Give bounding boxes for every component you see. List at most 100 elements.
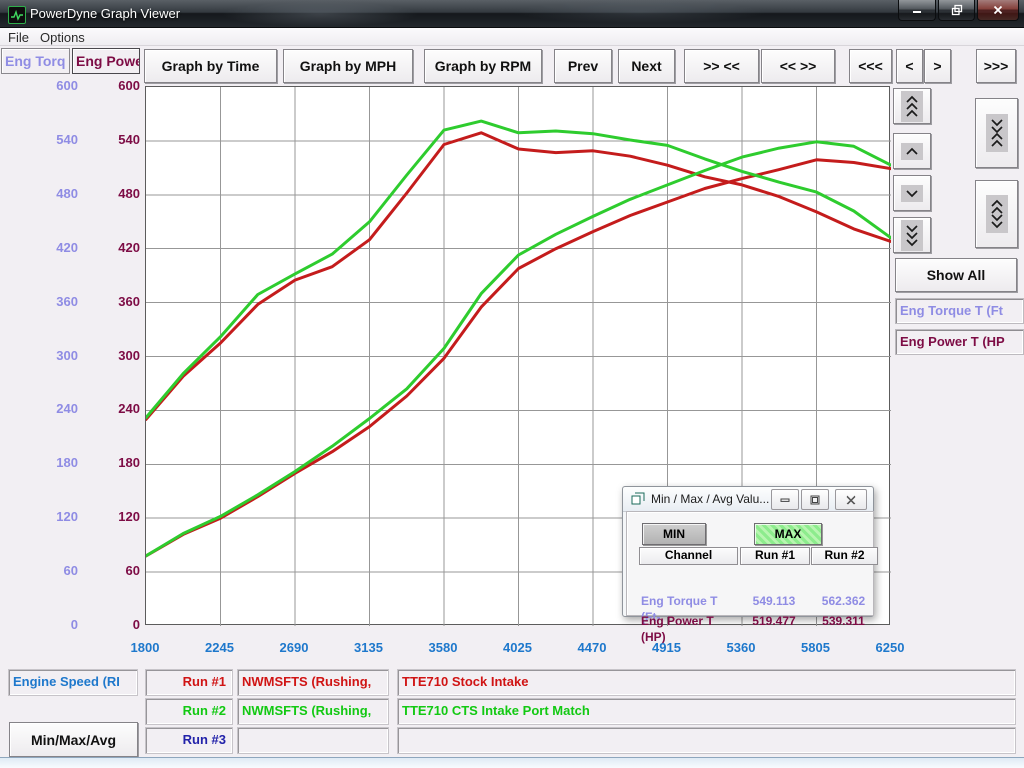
y-tick-label-torque: 540 (0, 131, 78, 149)
column-header-run2: Run #2 (811, 547, 878, 565)
y-tick-label-power: 180 (84, 454, 140, 472)
legend-item-power[interactable]: Eng Power T (HP (895, 329, 1024, 355)
close-button[interactable] (977, 0, 1019, 21)
x-tick-label: 4025 (488, 639, 548, 657)
x-tick-label: 2690 (264, 639, 324, 657)
minmax-cell: 549.113 (740, 593, 808, 609)
minmax-cell: 539.311 (811, 613, 876, 629)
y-tick-label-torque: 120 (0, 508, 78, 526)
y-tick-label-power: 480 (84, 185, 140, 203)
run-file-2: NWMSFTS (Rushing, (237, 698, 389, 725)
y-tick-label-power: 360 (84, 293, 140, 311)
minimize-icon (910, 3, 924, 17)
menu-file[interactable]: File (2, 29, 35, 46)
menu-options[interactable]: Options (34, 29, 91, 46)
close-icon (845, 494, 857, 506)
restore-icon (950, 3, 964, 17)
y-tick-label-power: 120 (84, 508, 140, 526)
run-description-3 (397, 727, 1016, 754)
run-description-1: TTE710 Stock Intake (397, 669, 1016, 696)
y-tick-label-torque: 420 (0, 239, 78, 257)
y-tick-label-power: 0 (84, 616, 140, 634)
chevron-down-button[interactable] (893, 175, 931, 211)
restore-button[interactable] (938, 0, 975, 21)
y-tick-label-torque: 360 (0, 293, 78, 311)
minmax-window-title: Min / Max / Avg Valu... (651, 492, 769, 506)
run-label-3: Run #3 (145, 727, 233, 754)
double-chevron-up-down-icon (986, 195, 1008, 233)
x-tick-label: 6250 (860, 639, 920, 657)
minmax-title-bar[interactable]: Min / Max / Avg Valu... (623, 487, 873, 512)
triple-chevron-up-icon (901, 91, 923, 122)
y-tick-label-torque: 0 (0, 616, 78, 634)
min-button[interactable]: MIN (642, 523, 706, 545)
y-tick-label-power: 420 (84, 239, 140, 257)
minmax-cell: 562.362 (811, 593, 876, 609)
y-tick-label-power: 240 (84, 400, 140, 418)
toolbar-button-[interactable]: >>> (976, 49, 1016, 83)
x-tick-label: 3580 (413, 639, 473, 657)
toolbar-button-[interactable]: > (924, 49, 951, 83)
y-tick-label-torque: 300 (0, 347, 78, 365)
max-button[interactable]: MAX (754, 523, 822, 545)
toolbar-button-[interactable]: < (896, 49, 923, 83)
form-icon (631, 492, 645, 505)
minmax-cell: Eng Torque T (Ft- (641, 593, 736, 609)
status-bar (0, 757, 1024, 768)
triple-chevron-down-button[interactable] (893, 217, 931, 253)
toolbar-button-graph-by-time[interactable]: Graph by Time (144, 49, 277, 83)
x-tick-label: 4470 (562, 639, 622, 657)
title-bar: PowerDyne Graph Viewer (0, 0, 1024, 28)
run-file-3 (237, 727, 389, 754)
app-window: PowerDyne Graph Viewer File Options Eng … (0, 0, 1024, 768)
menu-bar: File Options (0, 28, 1024, 46)
minmax-window: Min / Max / Avg Valu... MIN MAX Channel … (622, 486, 874, 617)
y-tick-label-power: 540 (84, 131, 140, 149)
show-all-button[interactable]: Show All (895, 258, 1017, 292)
x-tick-label: 4915 (637, 639, 697, 657)
y-tick-label-power: 60 (84, 562, 140, 580)
toolbar-button-[interactable]: <<< (849, 49, 892, 83)
y-tick-label-torque: 600 (0, 77, 78, 95)
chevron-up-icon (901, 143, 923, 160)
minmax-restore-button[interactable] (801, 489, 829, 510)
triple-chevron-up-button[interactable] (893, 88, 931, 124)
run-label-2: Run #2 (145, 698, 233, 725)
minmax-cell: Eng Power T (HP) (641, 613, 736, 629)
run-file-1: NWMSFTS (Rushing, (237, 669, 389, 696)
minmax-minimize-button[interactable] (771, 489, 799, 510)
y-tick-label-torque: 180 (0, 454, 78, 472)
triple-chevron-down-icon (901, 220, 923, 251)
x-tick-label: 5805 (786, 639, 846, 657)
legend-item-torque[interactable]: Eng Torque T (Ft (895, 298, 1024, 324)
y-tick-label-torque: 240 (0, 400, 78, 418)
toolbar-button-graph-by-mph[interactable]: Graph by MPH (283, 49, 413, 83)
toolbar-button-[interactable]: >> << (684, 49, 759, 83)
close-icon (991, 3, 1005, 17)
double-chevron-down-up-button[interactable] (975, 98, 1018, 168)
tab-eng-torque[interactable]: Eng Torq (1, 48, 70, 74)
minimize-icon (779, 494, 791, 506)
x-tick-label: 5360 (711, 639, 771, 657)
x-axis-channel-field: Engine Speed (RI (8, 669, 138, 696)
minimize-button[interactable] (898, 0, 936, 21)
toolbar-button-next[interactable]: Next (618, 49, 675, 83)
toolbar-button-[interactable]: << >> (761, 49, 835, 83)
window-title: PowerDyne Graph Viewer (30, 6, 180, 21)
toolbar-button-graph-by-rpm[interactable]: Graph by RPM (424, 49, 542, 83)
minmax-cell: 519.477 (740, 613, 808, 629)
x-tick-label: 3135 (339, 639, 399, 657)
y-tick-label-torque: 60 (0, 562, 78, 580)
double-chevron-up-down-button[interactable] (975, 180, 1018, 248)
run-description-2: TTE710 CTS Intake Port Match (397, 698, 1016, 725)
x-tick-label: 1800 (115, 639, 175, 657)
y-tick-label-power: 300 (84, 347, 140, 365)
toolbar-button-prev[interactable]: Prev (554, 49, 612, 83)
double-chevron-down-up-icon (986, 114, 1008, 152)
minmaxavg-button[interactable]: Min/Max/Avg (9, 722, 138, 757)
tab-eng-power[interactable]: Eng Powe (72, 48, 140, 74)
x-tick-label: 2245 (190, 639, 250, 657)
y-tick-label-torque: 480 (0, 185, 78, 203)
minmax-close-button[interactable] (835, 489, 867, 510)
chevron-up-button[interactable] (893, 133, 931, 169)
